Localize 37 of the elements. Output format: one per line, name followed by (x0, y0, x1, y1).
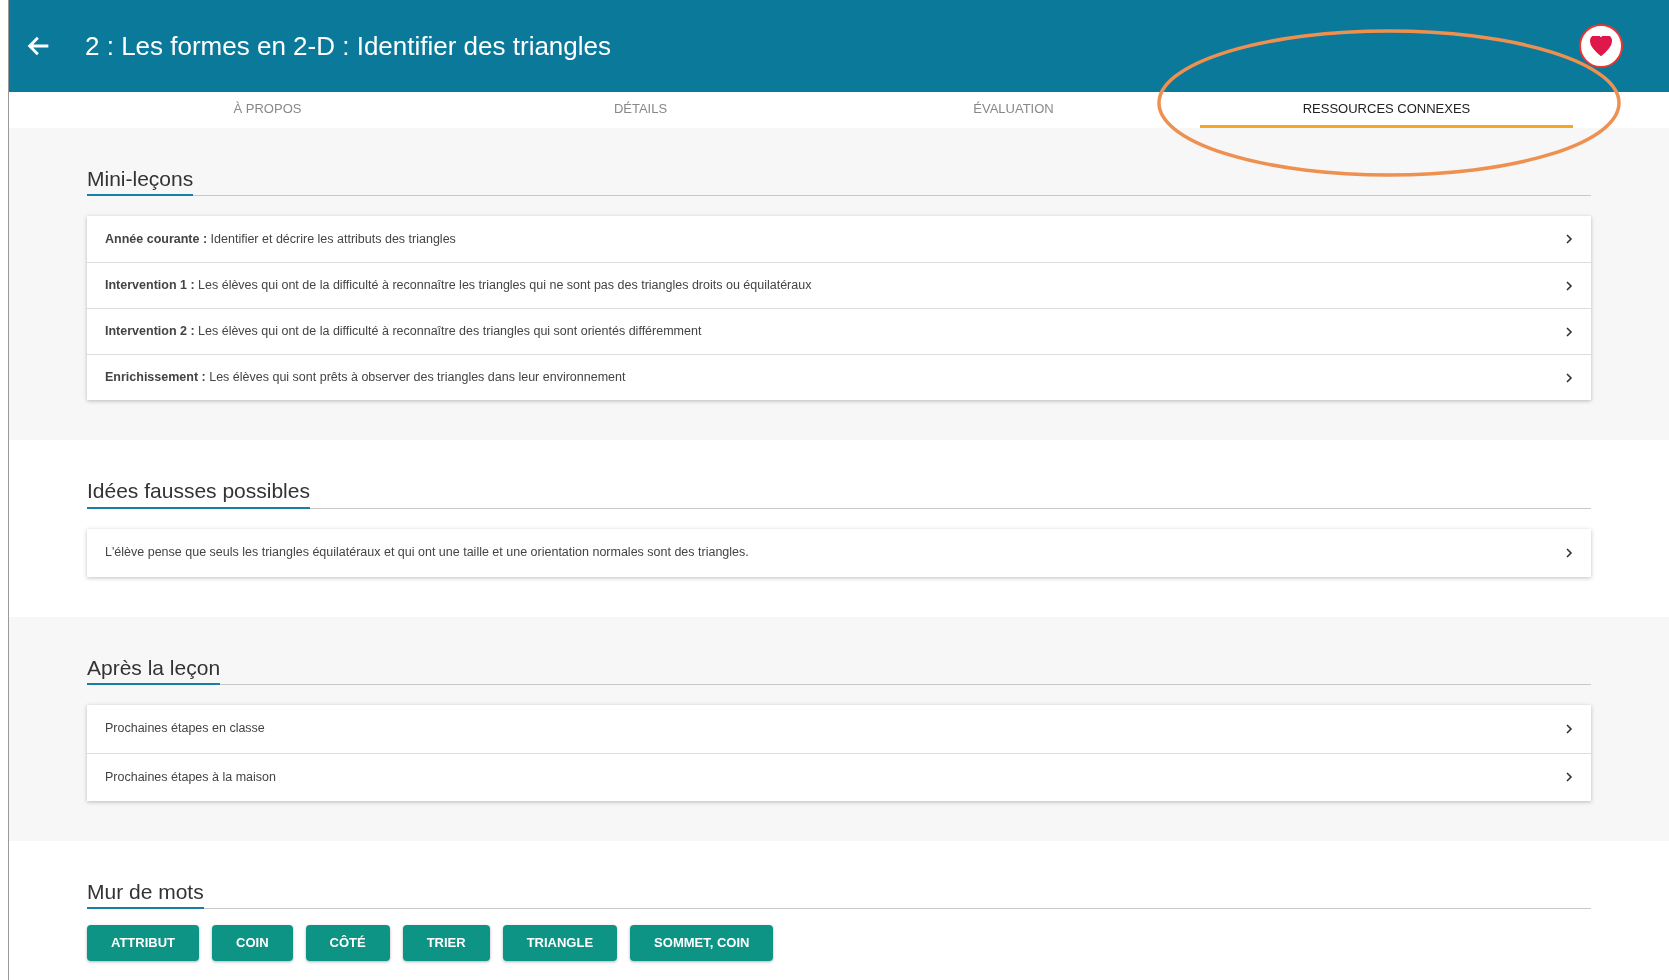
word-chip[interactable]: TRIER (402, 925, 490, 961)
section-heading: Idées fausses possibles (87, 478, 310, 509)
item-text: Prochaines étapes en classe (105, 720, 265, 738)
item-text: Enrichissement : Les élèves qui sont prêts à observer des triangles dans leur environnement (105, 369, 626, 387)
tab[interactable]: DÉTAILS (454, 92, 827, 128)
word-chip[interactable]: TRIANGLE (502, 925, 618, 961)
word-chip[interactable]: ATTRIBUT (87, 925, 200, 961)
chevron-right-icon (1565, 280, 1573, 291)
list-item[interactable]: Intervention 2 : Les élèves qui ont de la difficulté à reconnaître des triangles qui sont orientés différemment (87, 308, 1591, 355)
word-chip[interactable]: CÔTÉ (305, 925, 390, 961)
chevron-right-icon (1565, 326, 1573, 337)
favorite-button[interactable] (1579, 24, 1623, 68)
list-item[interactable]: Intervention 1 : Les élèves qui ont de la difficulté à reconnaître les triangles qui ne sont pas des triangles droits ou équilatéraux (87, 262, 1591, 309)
page-title: 2 : Les formes en 2-D : Identifier des triangles (85, 29, 612, 63)
chevron-right-icon (1565, 723, 1573, 734)
item-text: L'élève pense que seuls les triangles équilatéraux et qui ont une taille et une orientation normales sont des triangles. (105, 544, 749, 562)
section-heading: Après la leçon (87, 654, 221, 685)
tab[interactable]: À PROPOS (81, 92, 454, 128)
item-text: Prochaines étapes à la maison (105, 768, 276, 786)
chevron-right-icon (1565, 547, 1573, 558)
list-item[interactable]: Année courante : Identifier et décrire les attributs des triangles (87, 216, 1591, 263)
item-text: Année courante : Identifier et décrire les attributs des triangles (105, 230, 456, 248)
section-heading: Mur de mots (87, 878, 204, 909)
list-item[interactable]: L'élève pense que seuls les triangles équilatéraux et qui ont une taille et une orientation normales sont des triangles. (87, 528, 1591, 577)
list-item[interactable]: Prochaines étapes à la maison (87, 752, 1591, 801)
heart-icon (1590, 36, 1612, 56)
chevron-right-icon (1565, 234, 1573, 245)
tab[interactable]: ÉVALUATION (827, 92, 1200, 128)
list-item[interactable]: Enrichissement : Les élèves qui sont prêts à observer des triangles dans leur environnement (87, 354, 1591, 401)
list-item[interactable]: Prochaines étapes en classe (87, 704, 1591, 753)
word-chip[interactable]: SOMMET, COIN (630, 925, 774, 961)
word-chip[interactable]: COIN (212, 925, 293, 961)
section-heading: Mini-leçons (87, 166, 194, 197)
chevron-right-icon (1565, 772, 1573, 783)
chevron-right-icon (1565, 372, 1573, 383)
item-text: Intervention 1 : Les élèves qui ont de la difficulté à reconnaître les triangles qui ne sont pas des triangles droits ou équilatéraux (105, 277, 812, 295)
item-text: Intervention 2 : Les élèves qui ont de la difficulté à reconnaître des triangles qui sont orientés différemment (105, 323, 702, 341)
